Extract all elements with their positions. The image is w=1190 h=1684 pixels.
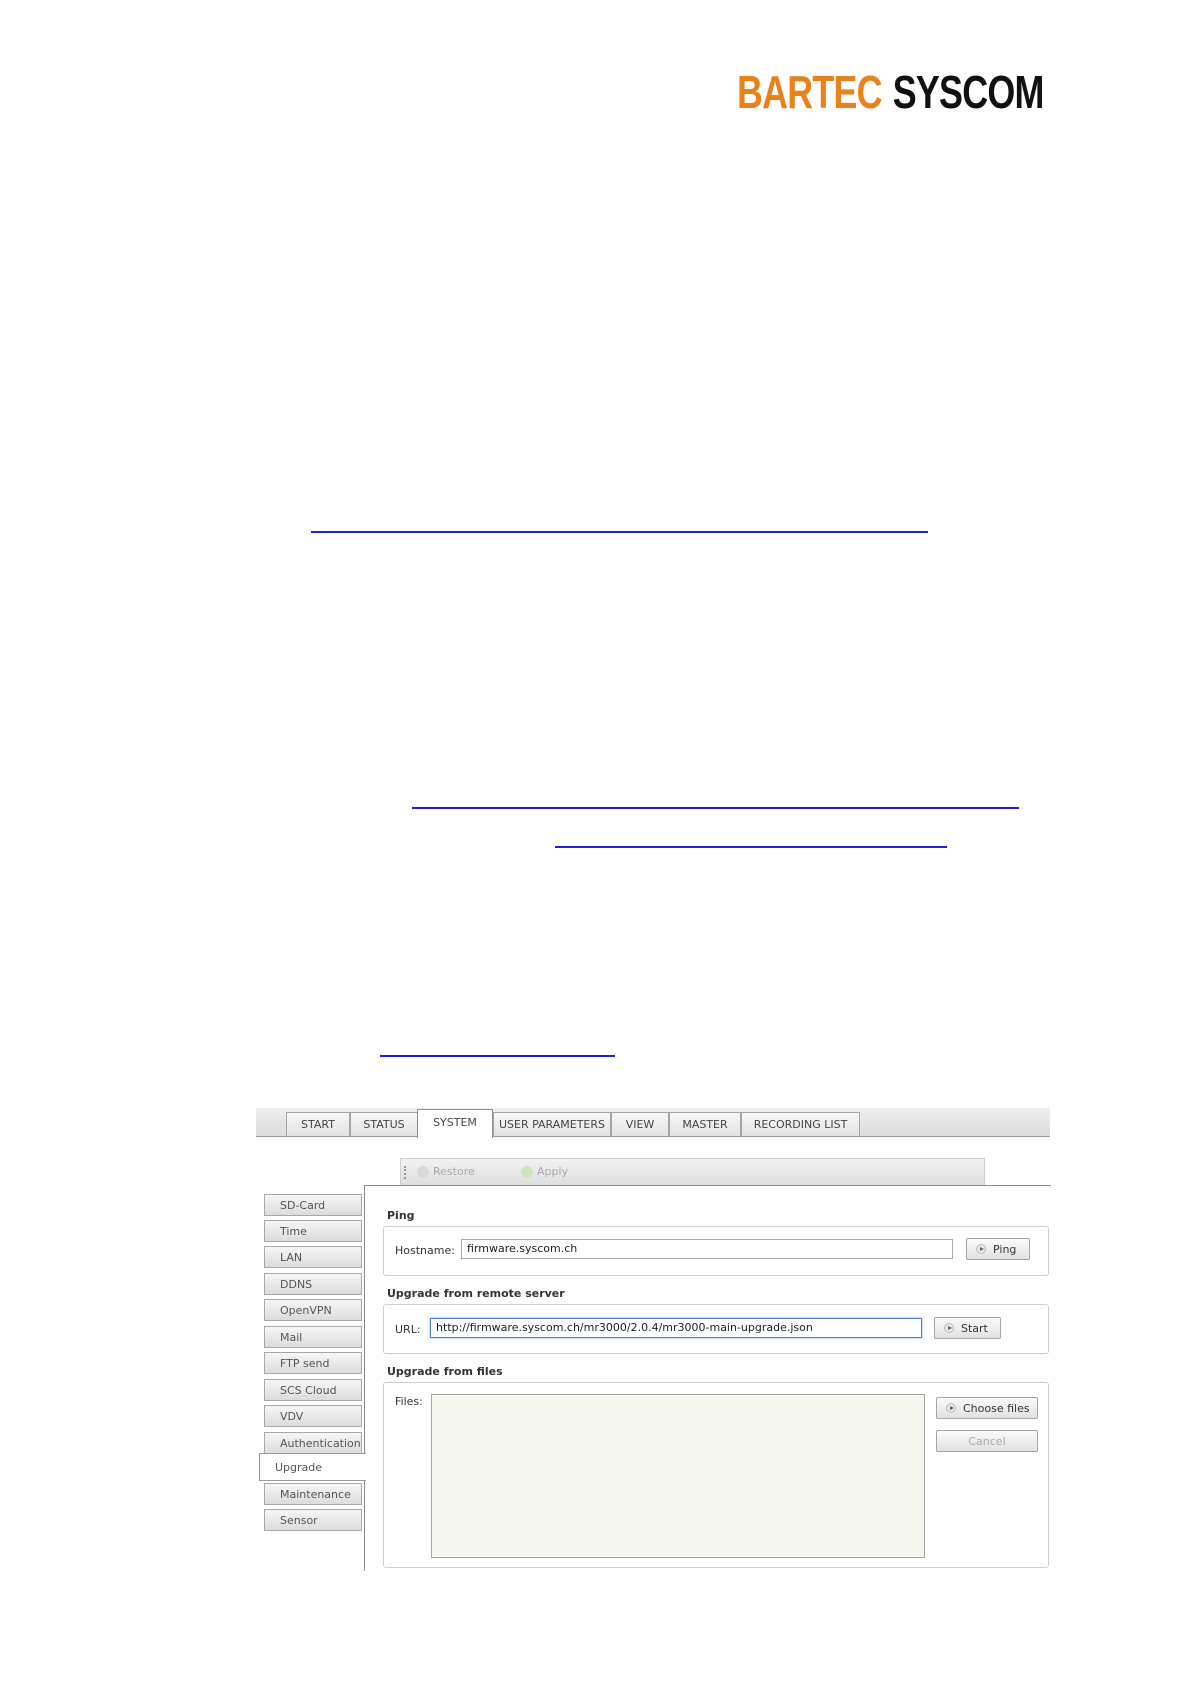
link-underline[interactable] (412, 807, 1019, 809)
files-section-title: Upgrade from files (387, 1365, 503, 1378)
sidebar-item-mail[interactable]: Mail (264, 1326, 362, 1348)
sidebar-item-maintenance[interactable]: Maintenance (264, 1483, 362, 1505)
tab-view[interactable]: VIEW (611, 1112, 669, 1136)
brand-logo: BARTEC SYSCOM (737, 68, 1044, 116)
sidebar-item-label: VDV (280, 1410, 304, 1423)
apply-label: Apply (537, 1165, 569, 1178)
files-fieldset: Files: Choose files Cancel (383, 1382, 1049, 1568)
tab-label: STATUS (363, 1118, 405, 1131)
restore-icon (417, 1166, 429, 1178)
sidebar-item-authentication[interactable]: Authentication (264, 1432, 362, 1454)
restore-button[interactable]: Restore (417, 1165, 475, 1178)
sidebar-item-label: Mail (280, 1331, 303, 1344)
sidebar-item-label: SD-Card (280, 1199, 326, 1212)
ping-fieldset: Hostname: firmware.syscom.ch Ping (383, 1226, 1049, 1276)
play-icon (976, 1244, 986, 1254)
sidebar-item-ddns[interactable]: DDNS (264, 1273, 362, 1295)
sidebar-item-label: Sensor (280, 1514, 318, 1527)
tab-label: SYSTEM (433, 1116, 477, 1129)
play-icon (946, 1403, 956, 1413)
cancel-label: Cancel (968, 1435, 1006, 1448)
sidebar-item-label: OpenVPN (280, 1304, 332, 1317)
url-input[interactable]: http://firmware.syscom.ch/mr3000/2.0.4/m… (430, 1318, 922, 1338)
sidebar-item-label: Authentication (280, 1437, 361, 1450)
play-icon (944, 1323, 954, 1333)
tab-label: VIEW (625, 1118, 655, 1131)
sidebar-item-ftp-send[interactable]: FTP send (264, 1352, 362, 1374)
link-underline[interactable] (555, 846, 947, 848)
ping-button-label: Ping (993, 1243, 1017, 1256)
apply-icon (521, 1166, 533, 1178)
sidebar-item-vdv[interactable]: VDV (264, 1405, 362, 1427)
brand-logo-part1: BARTEC (737, 66, 883, 118)
tab-label: START (301, 1118, 335, 1131)
device-ui-screenshot: START STATUS SYSTEM USER PARAMETERS VIEW… (256, 1108, 1051, 1571)
files-label: Files: (395, 1395, 423, 1408)
sidebar-item-openvpn[interactable]: OpenVPN (264, 1299, 362, 1321)
sidebar-item-label: Upgrade (275, 1461, 323, 1474)
restore-label: Restore (433, 1165, 475, 1178)
remote-fieldset: URL: http://firmware.syscom.ch/mr3000/2.… (383, 1304, 1049, 1354)
upgrade-panel: Ping Hostname: firmware.syscom.ch Ping U… (364, 1185, 1051, 1571)
tab-system[interactable]: SYSTEM (417, 1109, 493, 1138)
apply-button[interactable]: Apply (521, 1165, 568, 1178)
tab-status[interactable]: STATUS (350, 1112, 418, 1136)
brand-logo-part2: SYSCOM (892, 66, 1045, 118)
sidebar-item-scs-cloud[interactable]: SCS Cloud (264, 1379, 362, 1401)
sidebar-item-upgrade[interactable]: Upgrade (259, 1453, 366, 1481)
hostname-label: Hostname: (395, 1244, 455, 1257)
tab-master[interactable]: MASTER (669, 1112, 741, 1136)
sidebar-item-label: SCS Cloud (280, 1384, 337, 1397)
sidebar-item-label: DDNS (280, 1278, 313, 1291)
tab-recording-list[interactable]: RECORDING LIST (741, 1112, 860, 1136)
sidebar-item-label: Time (280, 1225, 307, 1238)
choose-files-label: Choose files (963, 1402, 1030, 1415)
choose-files-button[interactable]: Choose files (936, 1397, 1038, 1419)
sidebar-item-lan[interactable]: LAN (264, 1246, 362, 1268)
sidebar-item-sensor[interactable]: Sensor (264, 1509, 362, 1531)
tab-label: USER PARAMETERS (498, 1118, 606, 1131)
cancel-button[interactable]: Cancel (936, 1430, 1038, 1452)
remote-section-title: Upgrade from remote server (387, 1287, 565, 1300)
top-tab-bar: START STATUS SYSTEM USER PARAMETERS VIEW… (256, 1108, 1050, 1138)
files-list[interactable] (431, 1394, 925, 1558)
start-button-label: Start (961, 1322, 988, 1335)
tab-start[interactable]: START (286, 1112, 350, 1136)
start-button[interactable]: Start (934, 1317, 1001, 1339)
link-underline[interactable] (380, 1055, 615, 1057)
tab-label: MASTER (682, 1118, 728, 1131)
hostname-input[interactable]: firmware.syscom.ch (461, 1239, 953, 1259)
sidebar-item-sd-card[interactable]: SD-Card (264, 1194, 362, 1216)
sidebar-item-label: FTP send (280, 1357, 330, 1370)
sidebar-item-time[interactable]: Time (264, 1220, 362, 1242)
tab-label: RECORDING LIST (753, 1118, 848, 1131)
ping-section-title: Ping (387, 1209, 415, 1222)
tab-user-parameters[interactable]: USER PARAMETERS (493, 1112, 611, 1136)
toolbar-grip (404, 1166, 408, 1179)
link-underline[interactable] (311, 531, 928, 533)
ping-button[interactable]: Ping (966, 1238, 1030, 1260)
url-label: URL: (395, 1323, 421, 1336)
sidebar-item-label: Maintenance (280, 1488, 351, 1501)
toolbar: Restore Apply (400, 1158, 985, 1187)
sidebar-item-label: LAN (280, 1251, 303, 1264)
